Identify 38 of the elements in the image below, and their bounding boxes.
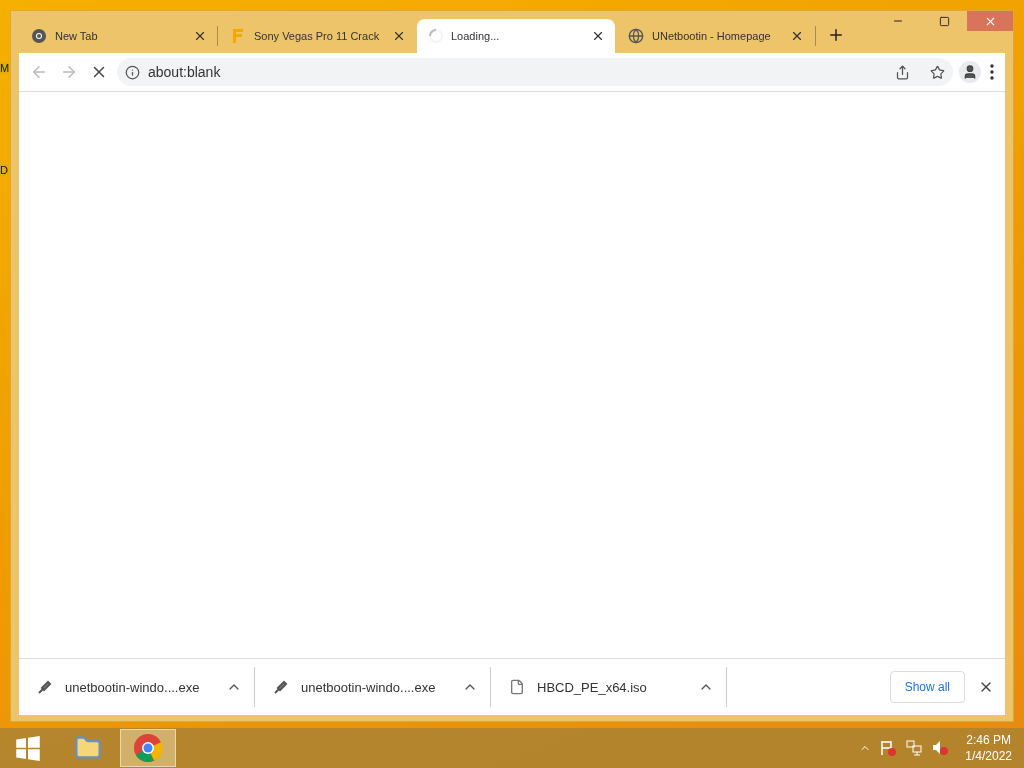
browser-tab[interactable]: Sony Vegas Pro 11 Crack	[218, 19, 416, 53]
browser-tab[interactable]: UNetbootin - Homepage	[616, 19, 814, 53]
network-icon[interactable]	[905, 739, 924, 757]
chrome-logo-icon	[134, 734, 162, 762]
installer-icon	[37, 679, 53, 695]
person-icon	[962, 64, 978, 80]
info-icon	[125, 64, 140, 80]
desktop-icon-label: D	[0, 164, 8, 176]
installer-icon	[273, 679, 289, 695]
maximize-icon	[938, 15, 950, 27]
folder-icon	[74, 734, 102, 762]
close-icon[interactable]	[193, 29, 207, 43]
speaker-muted-icon[interactable]	[931, 739, 950, 757]
bookmark-star-icon[interactable]	[930, 64, 945, 80]
file-icon	[509, 679, 525, 695]
desktop-icon-label: M	[0, 62, 10, 74]
close-icon[interactable]	[591, 29, 605, 43]
download-item[interactable]: unetbootin-windo....exe	[255, 667, 491, 707]
globe-icon	[628, 28, 644, 44]
windows-logo-icon	[16, 735, 40, 761]
action-center-flag-icon[interactable]	[879, 739, 898, 757]
spinner-icon	[429, 29, 443, 43]
forward-arrow-icon	[60, 63, 78, 81]
browser-tab[interactable]: New Tab	[19, 19, 217, 53]
plus-icon	[827, 26, 845, 44]
share-icon[interactable]	[895, 64, 910, 80]
download-item[interactable]: HBCD_PE_x64.iso	[491, 667, 727, 707]
download-item[interactable]: unetbootin-windo....exe	[19, 667, 255, 707]
profile-button[interactable]	[959, 61, 981, 83]
menu-icon	[990, 64, 994, 80]
close-icon[interactable]	[392, 29, 406, 43]
browser-tab[interactable]: Loading...	[417, 19, 615, 53]
close-icon[interactable]	[790, 29, 804, 43]
chrome-icon	[31, 28, 47, 44]
address-bar[interactable]: about:blank	[117, 58, 953, 86]
menu-button[interactable]	[987, 61, 997, 83]
chrome-taskbar-button[interactable]	[120, 729, 176, 767]
show-all-button[interactable]: Show all	[889, 671, 965, 703]
